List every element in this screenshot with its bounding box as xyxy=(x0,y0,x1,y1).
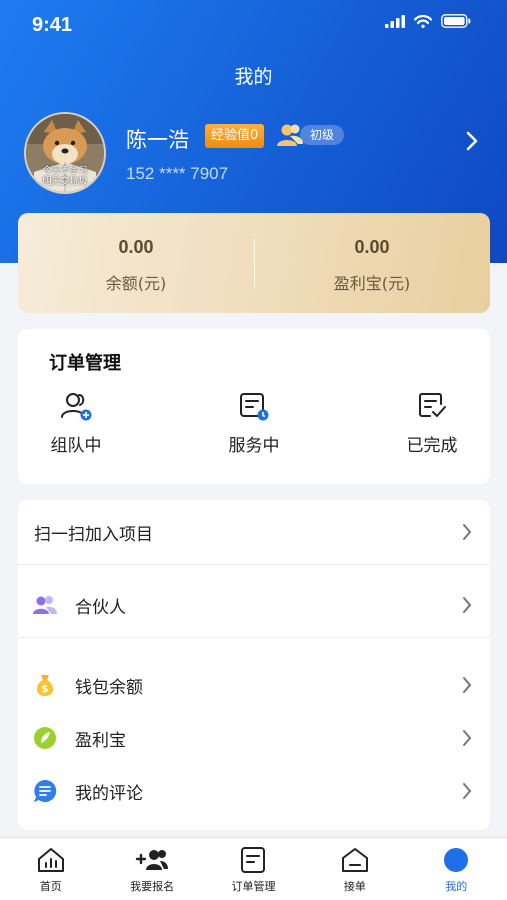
order-status-label: 组队中 xyxy=(50,436,102,456)
tab-me[interactable]: 我的 xyxy=(406,838,507,900)
chevron-right-icon xyxy=(463,783,472,799)
menu-item-my-comments[interactable]: 我的评论 xyxy=(18,765,490,817)
home-chart-icon xyxy=(37,848,64,872)
svg-text:$: $ xyxy=(42,684,49,695)
menu-item-wallet-balance[interactable]: $ 钱包余额 xyxy=(18,659,490,711)
completed-icon xyxy=(419,393,446,417)
battery-icon xyxy=(441,14,471,28)
page-title: 我的 xyxy=(234,66,273,88)
avatar-caption-line-1: 今天不学习 xyxy=(42,166,88,176)
balance-item[interactable]: 0.00 余额(元) xyxy=(18,213,254,313)
order-status-team[interactable]: 组队中 xyxy=(21,391,131,456)
avatar-caption-line-2: 明天变垃圾 xyxy=(42,177,88,187)
tab-register[interactable]: 我要报名 xyxy=(101,838,202,900)
exp-badge: 经验值0 xyxy=(205,124,265,148)
profile-chevron-right-icon[interactable] xyxy=(465,130,479,156)
level-text: 初级 xyxy=(300,125,345,145)
chevron-right-icon xyxy=(463,524,472,540)
tab-bar: 首页 我要报名 订单管理 接单 我的 xyxy=(0,837,507,900)
partner-icon xyxy=(33,596,57,614)
menu-item-label: 钱包余额 xyxy=(75,677,143,698)
chevron-right-icon xyxy=(463,730,472,746)
team-icon xyxy=(61,393,92,421)
status-icons xyxy=(385,14,471,28)
balance-label: 余额(元) xyxy=(105,274,167,293)
order-status-in-service[interactable]: 服务中 xyxy=(199,391,309,456)
menu-divider xyxy=(18,637,490,638)
profit-treasure-item[interactable]: 0.00 盈利宝(元) xyxy=(254,213,490,313)
order-status-label: 服务中 xyxy=(228,436,280,456)
tab-label: 首页 xyxy=(39,880,62,893)
phone-number: 152 **** 7907 xyxy=(126,164,229,183)
add-user-icon xyxy=(135,850,169,870)
balance-divider xyxy=(254,239,255,287)
wifi-icon xyxy=(414,14,432,28)
status-bar: 9:41 xyxy=(0,0,507,52)
order-status-label: 已完成 xyxy=(406,436,458,456)
tab-label: 订单管理 xyxy=(231,880,276,893)
tab-home[interactable]: 首页 xyxy=(0,838,101,900)
menu-item-label: 扫一扫加入项目 xyxy=(34,524,153,545)
user-name: 陈一浩 xyxy=(126,128,189,152)
menu-item-label: 盈利宝 xyxy=(75,730,126,751)
comment-icon xyxy=(34,779,57,802)
chevron-right-icon xyxy=(463,677,472,693)
signal-icon xyxy=(385,14,405,28)
order-status-completed[interactable]: 已完成 xyxy=(377,391,487,456)
profile-icon xyxy=(444,848,469,872)
order-management-title: 订单管理 xyxy=(49,353,121,374)
tab-label: 我的 xyxy=(445,880,468,893)
tab-label: 接单 xyxy=(343,880,366,893)
profit-treasure-value: 0.00 xyxy=(354,237,390,257)
menu-item-label: 合伙人 xyxy=(75,597,126,618)
avatar[interactable]: 今天不学习 明天变垃圾 xyxy=(24,112,106,194)
status-time: 9:41 xyxy=(32,14,73,36)
menu-card: 扫一扫加入项目 合伙人 $ 钱包余额 盈利宝 我的评论 xyxy=(18,500,490,830)
menu-item-profit-treasure[interactable]: 盈利宝 xyxy=(18,712,490,764)
in-service-icon xyxy=(240,393,269,421)
menu-item-scan-join[interactable]: 扫一扫加入项目 xyxy=(18,506,490,558)
leaf-icon xyxy=(34,727,56,749)
order-management-card: 订单管理 组队中 服务中 已完成 xyxy=(18,329,490,484)
balance-card: 0.00 余额(元) 0.00 盈利宝(元) xyxy=(18,213,490,313)
menu-item-partner[interactable]: 合伙人 xyxy=(18,579,490,631)
profit-treasure-label: 盈利宝(元) xyxy=(333,274,411,293)
tab-order-management[interactable]: 订单管理 xyxy=(203,838,304,900)
order-icon xyxy=(241,847,266,873)
tab-accept-order[interactable]: 接单 xyxy=(304,838,405,900)
money-bag-icon: $ xyxy=(36,675,54,696)
chevron-right-icon xyxy=(463,597,472,613)
accept-order-icon xyxy=(341,848,368,872)
level-badge: 初级 xyxy=(276,122,345,148)
menu-item-label: 我的评论 xyxy=(75,783,143,804)
balance-value: 0.00 xyxy=(118,237,154,257)
menu-divider xyxy=(18,564,490,565)
tab-label: 我要报名 xyxy=(130,880,175,893)
